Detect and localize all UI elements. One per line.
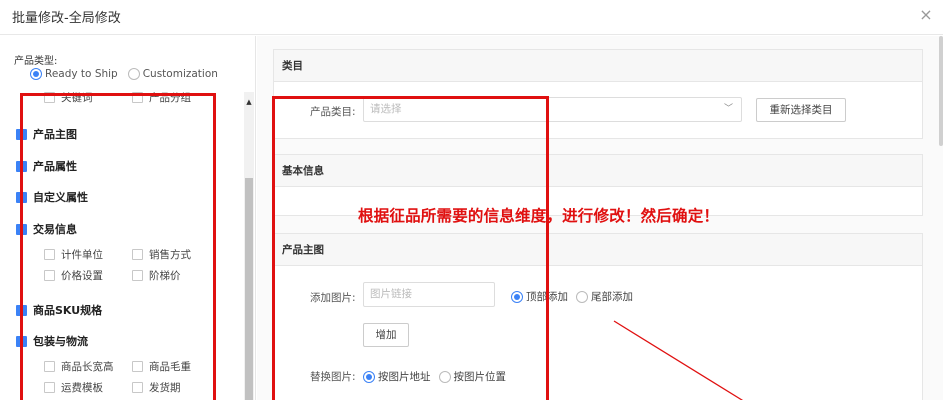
reselect-category-button[interactable]: 重新选择类目: [756, 98, 846, 122]
dialog-header: 批量修改-全局修改 ×: [0, 0, 943, 35]
section-title: 类目: [274, 50, 922, 82]
radio-icon[interactable]: [127, 68, 140, 80]
product-type-options: Ready to Ship Customization: [30, 68, 222, 80]
right-scrollbar[interactable]: [939, 36, 943, 146]
dialog-title: 批量修改-全局修改: [12, 11, 121, 26]
scrollbar-thumb[interactable]: [245, 178, 253, 400]
product-type-customization[interactable]: Customization: [127, 68, 218, 80]
radio-icon[interactable]: [576, 290, 588, 303]
annotation-arrow-icon: [613, 320, 744, 400]
option-label: 尾部添加: [591, 291, 633, 303]
scroll-up-icon[interactable]: ▲: [244, 98, 254, 106]
annotation-text: 根据征品所需要的信息维度，进行修改！然后确定！: [358, 207, 720, 225]
radio-selected-icon[interactable]: [30, 68, 42, 80]
product-type-option-label: Customization: [142, 68, 218, 80]
chevron-down-icon: ﹀: [723, 104, 733, 114]
annotation-box-left: [20, 93, 216, 400]
annotation-box-right: [272, 96, 549, 400]
product-type-label: 产品类型:: [14, 56, 58, 67]
product-type-option-label: Ready to Ship: [45, 68, 118, 80]
product-type-ready-to-ship[interactable]: Ready to Ship: [30, 68, 118, 80]
close-icon[interactable]: ×: [915, 4, 937, 26]
left-scrollbar[interactable]: ▲: [244, 92, 254, 400]
add-bottom-option[interactable]: 尾部添加: [576, 289, 633, 304]
